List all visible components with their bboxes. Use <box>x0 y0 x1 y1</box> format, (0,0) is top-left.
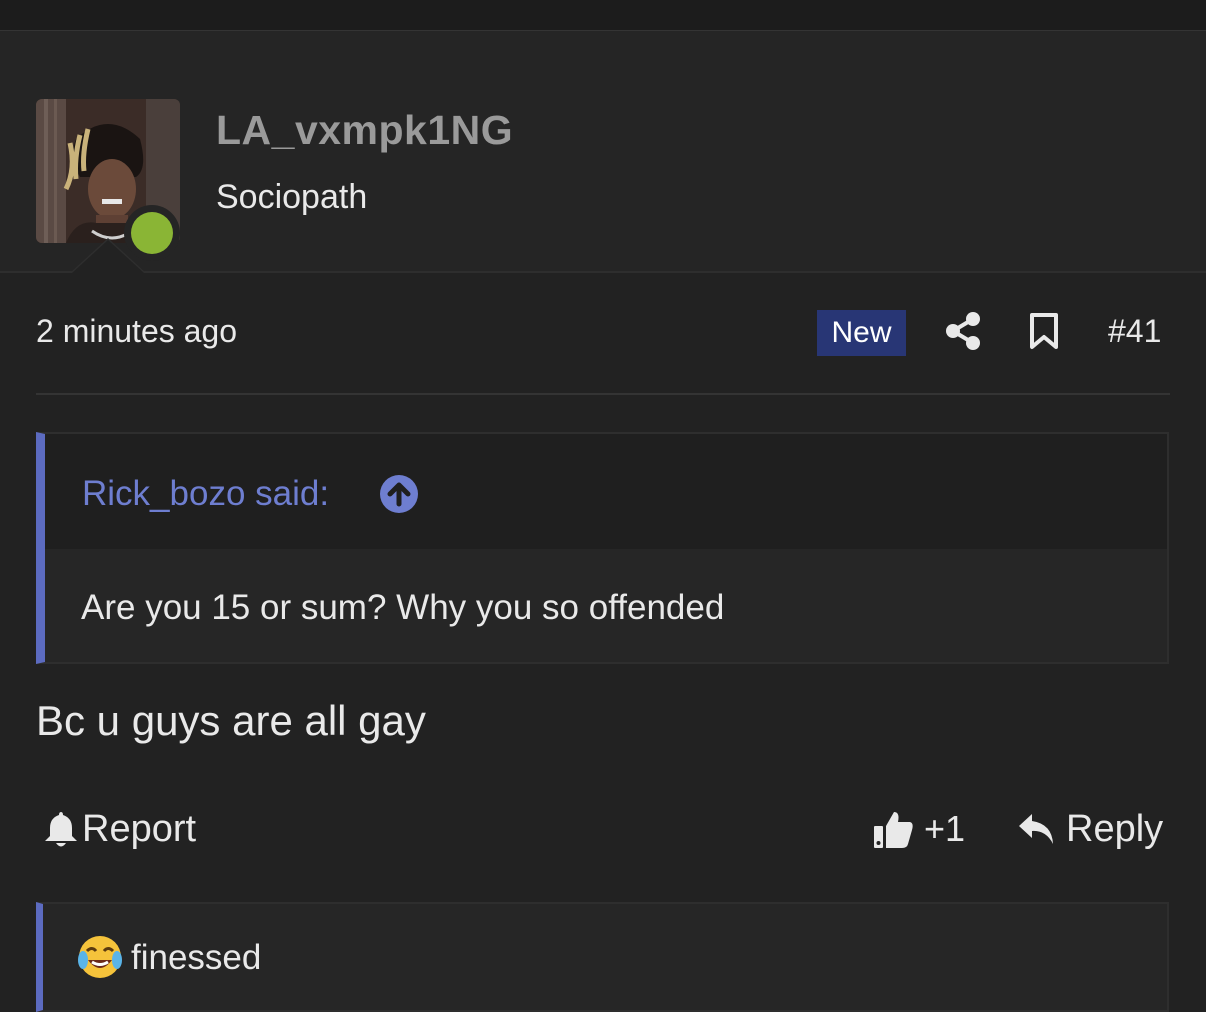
signature-block: finessed <box>36 902 1169 1012</box>
arrow-up-circle-icon[interactable] <box>379 474 419 514</box>
divider <box>36 393 1170 395</box>
bell-icon <box>45 812 77 847</box>
face-with-tears-of-joy-icon <box>78 936 122 978</box>
post-body: Bc u guys are all gay <box>36 697 426 744</box>
user-title: Sociopath <box>216 178 368 216</box>
signature-text: finessed <box>131 938 262 977</box>
thumbs-up-icon <box>874 812 913 848</box>
report-label: Report <box>82 807 197 850</box>
bookmark-icon[interactable] <box>1028 312 1060 350</box>
quote-header: Rick_bozo said: <box>45 434 1167 549</box>
post-number[interactable]: #41 <box>1108 313 1161 350</box>
username[interactable]: LA_vxmpk1NG <box>216 107 513 154</box>
quote-author[interactable]: Rick_bozo said: <box>82 474 329 514</box>
new-badge: New <box>817 310 906 356</box>
reply-label: Reply <box>1066 807 1164 850</box>
post-timestamp[interactable]: 2 minutes ago <box>36 313 237 350</box>
report-button[interactable]: Report <box>44 806 196 852</box>
user-panel: LA_vxmpk1NG Sociopath <box>0 31 1206 273</box>
quote-text: Are you 15 or sum? Why you so offended <box>81 588 725 627</box>
like-button[interactable]: +1 <box>872 806 965 852</box>
top-bar <box>0 0 1206 31</box>
user-panel-arrow <box>72 240 144 273</box>
quote-block: Rick_bozo said: Are you 15 or sum? Why y… <box>36 432 1169 664</box>
reply-button[interactable]: Reply <box>1018 806 1163 852</box>
share-icon[interactable] <box>944 311 982 351</box>
reply-icon <box>1019 814 1053 844</box>
like-count: +1 <box>924 808 966 849</box>
